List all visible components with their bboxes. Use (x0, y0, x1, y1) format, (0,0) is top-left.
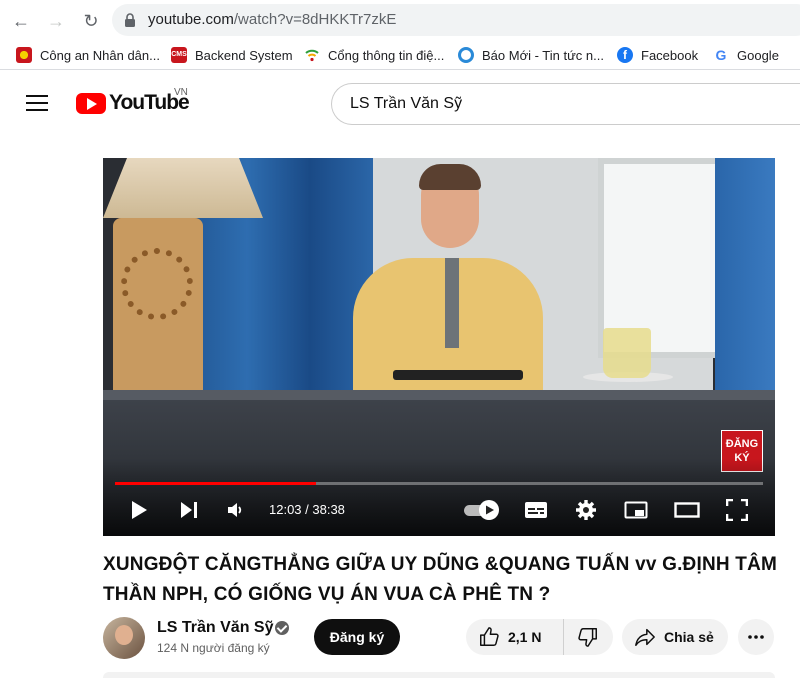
verified-check-icon (275, 621, 289, 635)
bookmark-label: Cổng thông tin điệ... (328, 47, 445, 63)
google-icon: G (715, 47, 727, 63)
video-title: XUNGĐỘT CĂNGTHẲNG GIỮA UY DŨNG &QUANG TU… (103, 554, 778, 605)
thumbs-down-icon (578, 628, 597, 647)
url-text: youtube.com/watch?v=8dHKKTr7zkE (148, 11, 397, 28)
back-arrow-icon[interactable]: ← (10, 10, 32, 32)
subtitles-button[interactable] (523, 498, 549, 522)
share-button[interactable]: Chia sẻ (622, 619, 728, 655)
video-frame-tea-glass (603, 328, 651, 378)
time-display: 12:03 / 38:38 (269, 502, 345, 517)
menu-icon[interactable] (26, 95, 48, 113)
theater-mode-icon (674, 502, 700, 518)
search-input[interactable]: LS Trần Văn Sỹ (331, 83, 800, 125)
cand-icon (16, 47, 32, 63)
wifi-icon (305, 49, 319, 62)
share-icon (635, 628, 655, 646)
video-frame-desk-edge (103, 390, 775, 400)
like-dislike-group: 2,1 N (466, 619, 613, 655)
video-player[interactable]: ĐĂNG KÝ 12:03 / 38:38 (103, 158, 775, 536)
country-code: VN (174, 87, 188, 98)
volume-icon (228, 503, 242, 517)
thumbs-up-icon (480, 627, 499, 646)
video-frame-lamp-pattern (121, 248, 193, 320)
browser-toolbar: ← → ↻ youtube.com/watch?v=8dHKKTr7zkE (0, 0, 800, 40)
volume-button[interactable] (223, 498, 247, 522)
channel-avatar[interactable] (103, 617, 145, 659)
video-frame-lampshade (103, 158, 263, 218)
bookmark-cand[interactable]: Công an Nhân dân... (16, 46, 160, 64)
controls-gradient (103, 458, 775, 536)
bookmark-cong-thong-tin[interactable]: Cổng thông tin điệ... (304, 46, 444, 64)
progress-bar[interactable] (115, 482, 763, 485)
channel-name[interactable]: LS Trần Văn Sỹ (157, 619, 273, 637)
bookmark-backend[interactable]: CMS Backend System (171, 46, 293, 64)
youtube-header: YouTube VN LS Trần Văn Sỹ (0, 71, 800, 137)
bookmark-facebook[interactable]: f Facebook (617, 46, 698, 64)
youtube-logo[interactable]: YouTube (76, 91, 190, 115)
autoplay-toggle-icon (464, 500, 499, 520)
like-count: 2,1 N (508, 629, 542, 645)
bookmark-label: Backend System (195, 47, 293, 63)
fullscreen-button[interactable] (725, 498, 749, 522)
forward-arrow-icon[interactable]: → (45, 10, 67, 32)
bookmark-label: Google (737, 47, 779, 63)
badge-line: ĐĂNG (725, 438, 759, 450)
bookmark-baomoi[interactable]: Báo Mới - Tin tức n... (458, 46, 604, 64)
bookmark-label: Báo Mới - Tin tức n... (482, 47, 604, 63)
lock-icon (125, 13, 135, 27)
play-button[interactable] (127, 498, 151, 522)
bookmarks-bar: Công an Nhân dân... CMS Backend System C… (0, 40, 800, 70)
subscriber-count: 124 N người đăng ký (157, 641, 270, 655)
dislike-button[interactable] (564, 619, 612, 655)
settings-button[interactable] (574, 498, 598, 522)
next-button[interactable] (177, 498, 201, 522)
bookmark-label: Facebook (641, 47, 699, 63)
miniplayer-button[interactable] (623, 498, 649, 522)
progress-fill (115, 482, 316, 485)
description-box-edge (103, 672, 775, 678)
more-horizontal-icon (748, 635, 764, 639)
video-frame-tie (445, 258, 459, 348)
gear-icon (576, 500, 596, 520)
baomoi-icon (458, 47, 474, 63)
bookmark-google[interactable]: G Google (713, 46, 779, 64)
cms-icon: CMS (171, 47, 187, 63)
miniplayer-icon (624, 501, 648, 519)
skip-next-icon (181, 502, 197, 518)
subtitles-icon (525, 502, 547, 518)
more-actions-button[interactable] (738, 619, 774, 655)
address-bar[interactable]: youtube.com/watch?v=8dHKKTr7zkE (112, 4, 800, 36)
reload-icon[interactable]: ↻ (80, 10, 102, 32)
share-label: Chia sẻ (664, 629, 714, 645)
bookmark-label: Công an Nhân dân... (40, 47, 160, 63)
autoplay-toggle[interactable] (463, 498, 501, 522)
video-frame-laptop (393, 370, 523, 380)
subscribe-button[interactable]: Đăng ký (314, 619, 400, 655)
video-frame-hair (419, 164, 481, 190)
search-query-text: LS Trần Văn Sỹ (350, 95, 463, 112)
fullscreen-icon (726, 499, 748, 521)
play-icon (132, 501, 147, 519)
like-button[interactable]: 2,1 N (466, 619, 564, 655)
youtube-play-icon (76, 92, 106, 114)
theater-mode-button[interactable] (673, 498, 701, 522)
facebook-icon: f (617, 47, 633, 63)
